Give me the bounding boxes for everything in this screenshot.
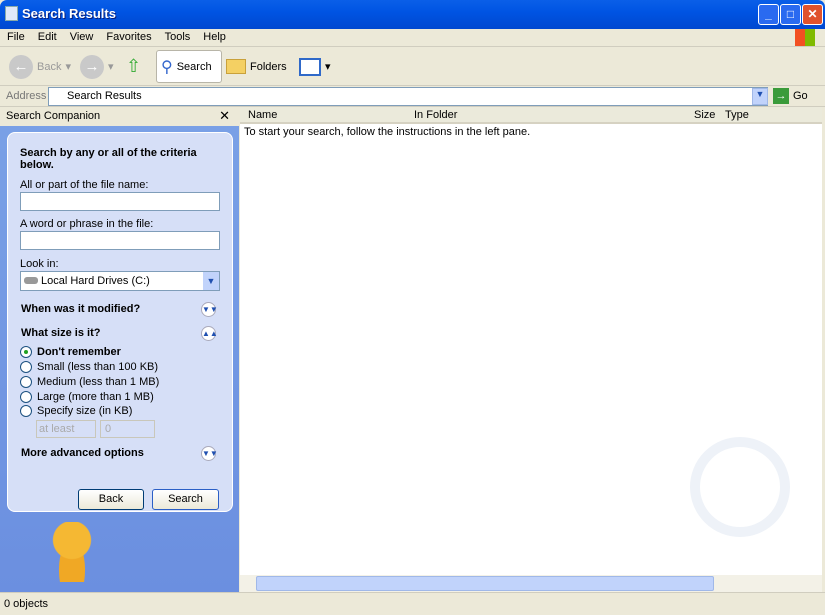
phrase-label: A word or phrase in the file: bbox=[20, 218, 154, 230]
radio-icon bbox=[20, 361, 32, 373]
companion-header: Search Companion ✕ bbox=[0, 107, 239, 126]
menu-tools[interactable]: Tools bbox=[158, 29, 197, 43]
back-panel-button[interactable]: Back bbox=[78, 489, 144, 510]
column-headers: Name In Folder Size Type bbox=[240, 107, 822, 124]
empty-message: To start your search, follow the instruc… bbox=[244, 126, 531, 138]
radio-icon bbox=[20, 405, 32, 417]
size-spinner[interactable]: 0 bbox=[100, 420, 155, 438]
close-pane-button[interactable]: ✕ bbox=[219, 108, 230, 124]
panel-heading: Search by any or all of the criteria bel… bbox=[20, 147, 197, 171]
address-input[interactable]: Search Results bbox=[48, 87, 768, 106]
back-arrow-icon: ← bbox=[9, 54, 33, 79]
window-title: Search Results bbox=[22, 6, 116, 21]
radio-selected-icon bbox=[20, 346, 32, 358]
size-option[interactable]: Small (less than 100 KB) bbox=[20, 361, 158, 373]
folder-icon bbox=[226, 59, 246, 74]
up-folder-button[interactable]: ⇧ bbox=[126, 50, 141, 83]
filename-input[interactable] bbox=[20, 192, 220, 211]
search-button[interactable]: ⚲ Search bbox=[156, 50, 222, 83]
size-option[interactable]: Don't remember bbox=[20, 346, 121, 358]
magnifier-watermark-icon bbox=[690, 437, 790, 537]
radio-icon bbox=[20, 376, 32, 388]
modified-section[interactable]: When was it modified? bbox=[21, 303, 140, 315]
search-submit-button[interactable]: Search bbox=[152, 489, 219, 510]
column-type[interactable]: Type bbox=[725, 109, 749, 121]
hard-drive-icon bbox=[24, 277, 38, 284]
chevron-down-icon: ▼ bbox=[203, 272, 219, 290]
size-option[interactable]: Specify size (in KB) bbox=[20, 405, 132, 417]
menu-help[interactable]: Help bbox=[196, 29, 232, 43]
title-bar: Search Results _ □ ✕ bbox=[0, 0, 825, 29]
atleast-select[interactable]: at least bbox=[36, 420, 96, 438]
forward-arrow-icon: → bbox=[80, 54, 104, 79]
size-option[interactable]: Large (more than 1 MB) bbox=[20, 391, 154, 403]
close-button[interactable]: ✕ bbox=[802, 4, 823, 25]
views-icon bbox=[299, 57, 321, 76]
search-dog-icon[interactable] bbox=[52, 522, 92, 582]
search-companion-pane: Search Companion ✕ Search by any or all o… bbox=[0, 107, 239, 592]
toolbar: ← Back ▾ → ▾ ⇧ ⚲ Search Folders ▾ bbox=[0, 47, 825, 86]
windows-logo-icon bbox=[795, 29, 815, 46]
minimize-button[interactable]: _ bbox=[758, 4, 779, 25]
scroll-thumb[interactable] bbox=[256, 576, 714, 591]
expand-icon[interactable]: ▼▼ bbox=[201, 302, 218, 317]
folders-button[interactable]: Folders bbox=[226, 50, 287, 83]
go-arrow-icon: → bbox=[773, 88, 789, 104]
menu-file[interactable]: File bbox=[0, 29, 31, 43]
expand-icon[interactable]: ▼▼ bbox=[201, 446, 218, 461]
column-name[interactable]: Name bbox=[248, 109, 277, 121]
menu-view[interactable]: View bbox=[63, 29, 100, 43]
address-label: Address bbox=[6, 90, 47, 102]
results-list: Name In Folder Size Type To start your s… bbox=[240, 107, 822, 592]
back-button[interactable]: ← Back ▾ bbox=[9, 50, 71, 83]
phrase-input[interactable] bbox=[20, 231, 220, 250]
lookin-label: Look in: bbox=[20, 258, 59, 270]
menu-favorites[interactable]: Favorites bbox=[99, 29, 157, 43]
size-section[interactable]: What size is it? bbox=[21, 327, 100, 339]
forward-button[interactable]: → ▾ bbox=[80, 50, 114, 83]
menu-bar: File Edit View Favorites Tools Help bbox=[0, 29, 825, 47]
address-dropdown-button[interactable]: ▼ bbox=[752, 88, 768, 105]
maximize-button[interactable]: □ bbox=[780, 4, 801, 25]
address-bar: Address Search Results ▼ → Go bbox=[0, 86, 825, 107]
radio-icon bbox=[20, 391, 32, 403]
filename-label: All or part of the file name: bbox=[20, 179, 149, 191]
search-icon: ⚲ bbox=[161, 58, 173, 76]
status-bar: 0 objects bbox=[0, 592, 825, 615]
go-button[interactable]: → Go bbox=[773, 88, 808, 104]
column-in-folder[interactable]: In Folder bbox=[414, 109, 457, 121]
views-button[interactable]: ▾ bbox=[299, 50, 331, 83]
search-criteria-panel: Search by any or all of the criteria bel… bbox=[7, 132, 233, 512]
advanced-section[interactable]: More advanced options bbox=[21, 447, 144, 459]
horizontal-scrollbar[interactable] bbox=[240, 575, 822, 592]
menu-edit[interactable]: Edit bbox=[31, 29, 63, 43]
window-icon bbox=[5, 6, 18, 21]
column-size[interactable]: Size bbox=[694, 109, 715, 121]
collapse-icon[interactable]: ▲▲ bbox=[201, 326, 218, 341]
lookin-select[interactable]: Local Hard Drives (C:) ▼ bbox=[20, 271, 220, 291]
size-option[interactable]: Medium (less than 1 MB) bbox=[20, 376, 159, 388]
